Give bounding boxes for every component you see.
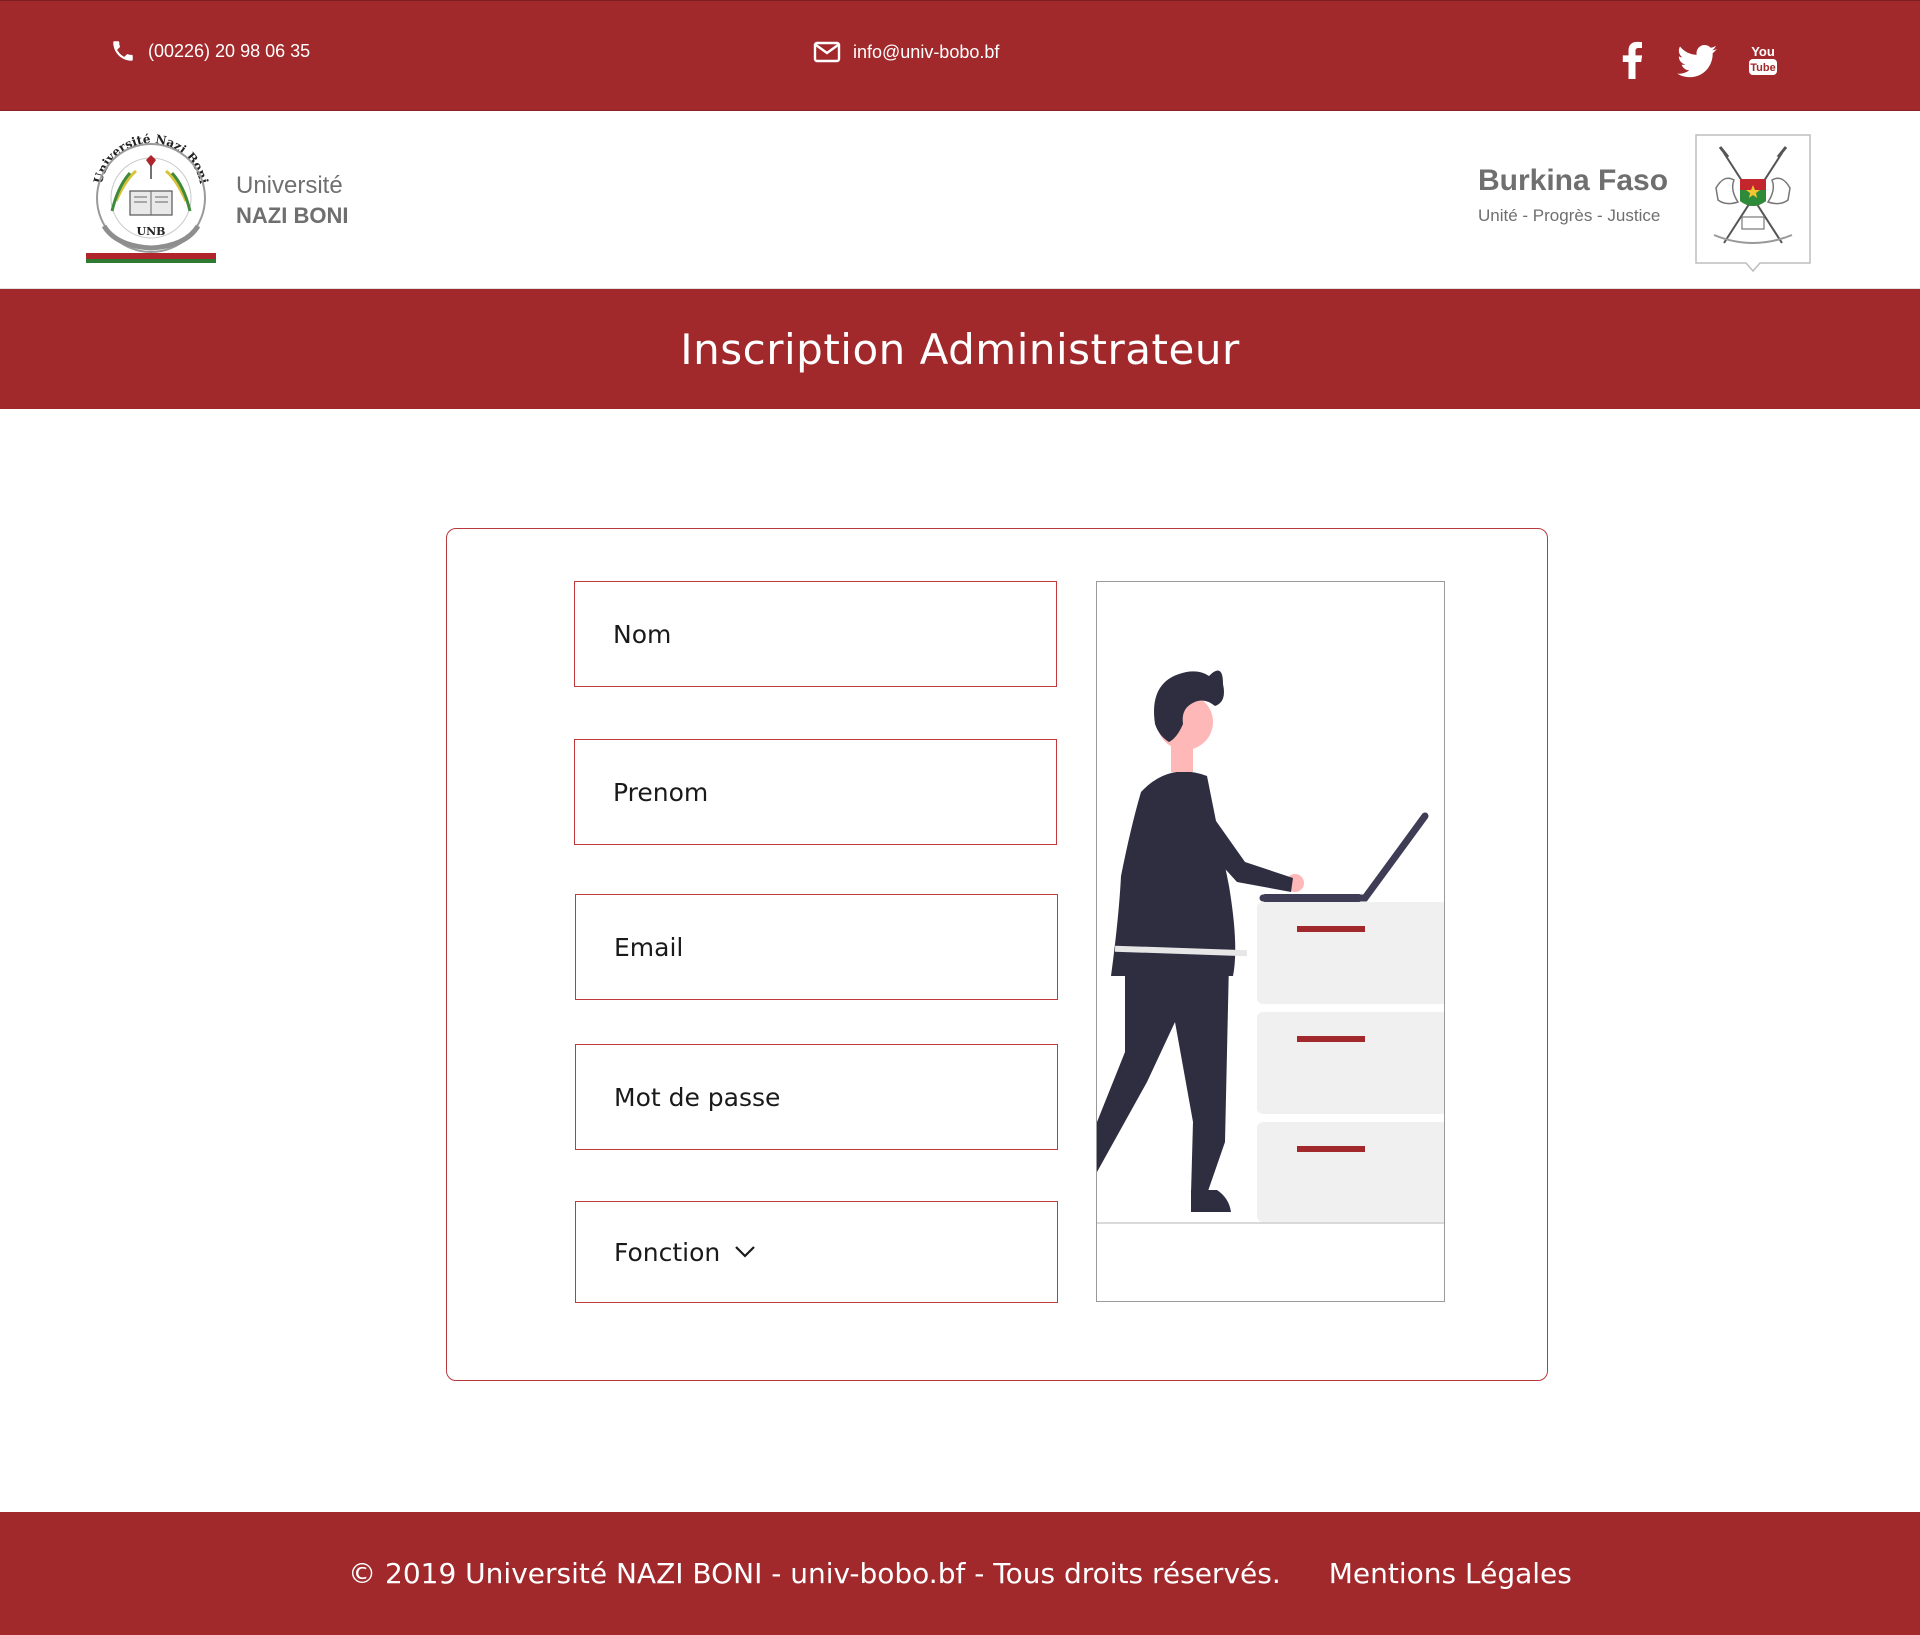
logo-header: Université Nazi Boni UNB Université NAZI… (0, 111, 1920, 289)
coat-of-arms-emblem (1695, 134, 1811, 273)
prenom-input[interactable]: Prenom (574, 739, 1057, 845)
logo-unb-text: UNB (137, 225, 166, 238)
country-name: Burkina Faso (1478, 164, 1669, 197)
nom-input[interactable]: Nom (574, 581, 1057, 687)
fonction-select[interactable]: Fonction (575, 1201, 1058, 1303)
legal-notice-link[interactable]: Mentions Légales (1329, 1557, 1572, 1590)
registration-card: Nom Prenom Email Mot de passe Fonction (446, 528, 1548, 1381)
nom-placeholder: Nom (613, 619, 672, 649)
page-footer: © 2019 Université NAZI BONI - univ-bobo.… (0, 1512, 1920, 1635)
page-title-bar: Inscription Administrateur (0, 289, 1920, 409)
svg-text:You: You (1751, 44, 1775, 59)
university-name-line2: NAZI BONI (236, 203, 349, 228)
country-motto: Unité - Progrès - Justice (1478, 206, 1661, 225)
phone-contact[interactable]: (00226) 20 98 06 35 (110, 37, 310, 65)
email-placeholder: Email (614, 932, 684, 962)
copyright-text: © 2019 Université NAZI BONI - univ-bobo.… (348, 1557, 1281, 1590)
svg-text:Tube: Tube (1750, 62, 1775, 74)
youtube-icon[interactable]: You Tube (1748, 43, 1778, 77)
chevron-down-icon (735, 1246, 756, 1258)
prenom-placeholder: Prenom (613, 777, 709, 807)
email-contact[interactable]: info@univ-bobo.bf (813, 41, 999, 63)
page-title: Inscription Administrateur (680, 324, 1240, 374)
password-placeholder: Mot de passe (614, 1082, 781, 1112)
fonction-label: Fonction (614, 1237, 721, 1267)
phone-number: (00226) 20 98 06 35 (148, 40, 311, 61)
admin-illustration (1096, 581, 1445, 1302)
facebook-icon[interactable] (1620, 41, 1644, 79)
university-name[interactable]: Université NAZI BONI (236, 171, 348, 231)
university-name-line1: Université (236, 172, 343, 199)
person-at-laptop-illustration (1097, 670, 1444, 1224)
phone-icon (113, 41, 133, 61)
top-contact-bar: (00226) 20 98 06 35 info@univ-bobo.bf Yo… (0, 0, 1920, 111)
password-input[interactable]: Mot de passe (575, 1044, 1058, 1150)
email-address: info@univ-bobo.bf (853, 41, 1000, 62)
university-logo[interactable]: Université Nazi Boni UNB (84, 131, 218, 265)
country-block: Burkina Faso Unité - Progrès - Justice (1478, 161, 1670, 231)
email-input[interactable]: Email (575, 894, 1058, 1000)
mail-icon (813, 41, 841, 63)
twitter-icon[interactable] (1677, 45, 1717, 78)
